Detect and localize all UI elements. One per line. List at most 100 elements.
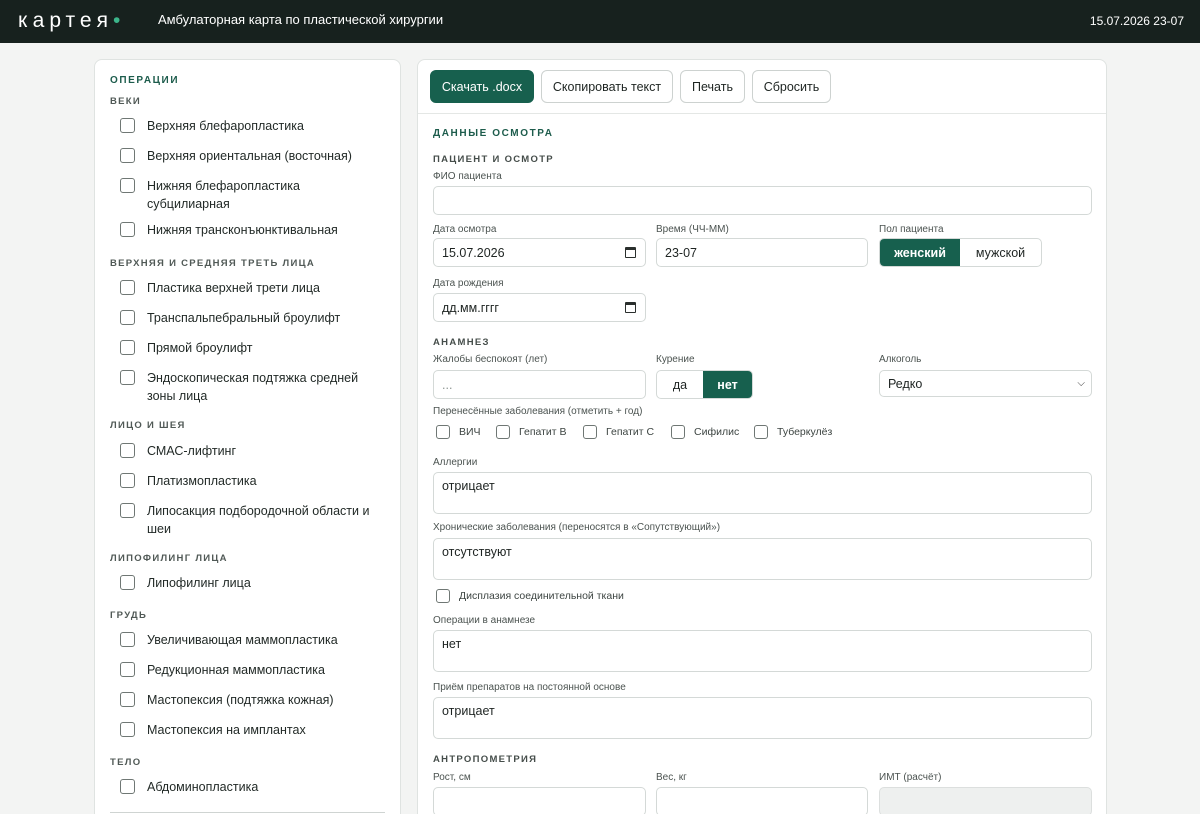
smoking-label: Курение — [656, 354, 695, 365]
calendar-icon[interactable] — [625, 247, 636, 258]
sex-option-female[interactable]: женский — [880, 239, 960, 266]
operation-checkbox-item[interactable]: Мастопексия на имплантах — [120, 721, 375, 739]
allergy-label: Аллергии — [433, 457, 478, 468]
bmi-output — [879, 787, 1092, 814]
disease-checkbox-syphilis[interactable]: Сифилис — [671, 425, 739, 439]
operation-checkbox-item[interactable]: Транспальпебральный броулифт — [120, 309, 375, 327]
checkbox[interactable] — [120, 222, 135, 237]
operation-checkbox-item[interactable]: Редукционная маммопластика — [120, 661, 375, 679]
smoking-option-no[interactable]: нет — [703, 371, 752, 398]
operation-checkbox-item[interactable]: СМАС-лифтинг — [120, 442, 375, 460]
checkbox[interactable] — [120, 148, 135, 163]
checkbox[interactable] — [120, 632, 135, 647]
checkbox[interactable] — [583, 425, 597, 439]
checkbox[interactable] — [120, 503, 135, 518]
weight-input[interactable] — [656, 787, 868, 814]
sex-toggle: женский мужской — [879, 238, 1042, 267]
logo-dot-icon: • — [112, 9, 121, 32]
app-title: Амбулаторная карта по пластической хирур… — [158, 12, 444, 27]
complaints-input[interactable]: ... — [433, 370, 646, 399]
exam-date-label: Дата осмотра — [433, 224, 497, 235]
operations-title: ОПЕРАЦИИ — [110, 75, 180, 86]
complaints-label: Жалобы беспокоят (лет) — [433, 354, 548, 365]
operation-checkbox-item[interactable]: Липосакция подбородочной области и шеи — [120, 502, 375, 538]
section-title: ДАННЫЕ ОСМОТРА — [433, 128, 554, 139]
operation-checkbox-item[interactable]: Платизмопластика — [120, 472, 375, 490]
sex-label: Пол пациента — [879, 224, 944, 235]
alcohol-select[interactable]: Редко ⌵ — [879, 370, 1092, 397]
meds-textarea[interactable]: отрицает — [433, 697, 1092, 739]
operation-checkbox-item[interactable]: Верхняя ориентальная (восточная) — [120, 147, 375, 165]
disease-checkbox-hiv[interactable]: ВИЧ — [436, 425, 481, 439]
birth-date-label: Дата рождения — [433, 278, 504, 289]
operation-checkbox-item[interactable]: Пластика верхней трети лица — [120, 279, 375, 297]
disease-checkbox-hepatitis-c[interactable]: Гепатит С — [583, 425, 654, 439]
checkbox[interactable] — [120, 473, 135, 488]
download-docx-button[interactable]: Скачать .docx — [430, 70, 534, 103]
group-title: ЛИЦО И ШЕЯ — [110, 420, 186, 431]
top-bar: картея• Амбулаторная карта по пластическ… — [0, 0, 1200, 43]
operation-checkbox-item[interactable]: Липофилинг лица — [120, 574, 375, 592]
divider — [110, 812, 385, 813]
fio-input[interactable] — [433, 186, 1092, 215]
checkbox[interactable] — [120, 178, 135, 193]
diseases-label: Перенесённые заболевания (отметить + год… — [433, 406, 643, 417]
toolbar: Скачать .docx Скопировать текст Печать С… — [418, 60, 1106, 114]
operation-checkbox-item[interactable]: Эндоскопическая подтяжка средней зоны ли… — [120, 369, 375, 405]
checkbox[interactable] — [436, 425, 450, 439]
logo[interactable]: картея• — [18, 9, 120, 33]
checkbox[interactable] — [671, 425, 685, 439]
subsection-title: АНТРОПОМЕТРИЯ — [433, 754, 538, 765]
exam-time-input[interactable]: 23-07 — [656, 238, 868, 267]
checkbox[interactable] — [120, 340, 135, 355]
operation-checkbox-item[interactable]: Верхняя блефаропластика — [120, 117, 375, 135]
operation-checkbox-item[interactable]: Абдоминопластика — [120, 778, 375, 796]
chronic-label: Хронические заболевания (переносятся в «… — [433, 522, 721, 533]
checkbox[interactable] — [120, 722, 135, 737]
birth-date-input[interactable]: дд.мм.гггг — [433, 293, 646, 322]
disease-checkbox-tuberculosis[interactable]: Туберкулёз — [754, 425, 832, 439]
disease-checkbox-hepatitis-b[interactable]: Гепатит В — [496, 425, 567, 439]
checkbox[interactable] — [120, 662, 135, 677]
print-button[interactable]: Печать — [680, 70, 745, 103]
weight-label: Вес, кг — [656, 772, 687, 783]
checkbox[interactable] — [120, 118, 135, 133]
checkbox[interactable] — [120, 443, 135, 458]
bmi-label: ИМТ (расчёт) — [879, 772, 942, 783]
checkbox[interactable] — [120, 370, 135, 385]
checkbox[interactable] — [120, 575, 135, 590]
reset-button[interactable]: Сбросить — [752, 70, 831, 103]
checkbox[interactable] — [120, 779, 135, 794]
datetime-stamp: 15.07.2026 23-07 — [1089, 14, 1184, 28]
surgeries-textarea[interactable]: нет — [433, 630, 1092, 672]
checkbox[interactable] — [754, 425, 768, 439]
operation-checkbox-item[interactable]: Нижняя блефаропластика субцилиарная — [120, 177, 375, 213]
checkbox[interactable] — [496, 425, 510, 439]
operation-checkbox-item[interactable]: Прямой броулифт — [120, 339, 375, 357]
exam-form-panel: Скачать .docx Скопировать текст Печать С… — [417, 59, 1107, 814]
exam-date-input[interactable]: 15.07.2026 — [433, 238, 646, 267]
operation-checkbox-item[interactable]: Увеличивающая маммопластика — [120, 631, 375, 649]
exam-time-label: Время (ЧЧ-ММ) — [656, 224, 729, 235]
checkbox[interactable] — [120, 310, 135, 325]
allergy-textarea[interactable]: отрицает — [433, 472, 1092, 514]
checkbox[interactable] — [120, 280, 135, 295]
surgeries-label: Операции в анамнезе — [433, 615, 536, 626]
alcohol-label: Алкоголь — [879, 354, 922, 365]
meds-label: Приём препаратов на постоянной основе — [433, 682, 626, 693]
checkbox[interactable] — [436, 589, 450, 603]
smoking-option-yes[interactable]: да — [657, 371, 703, 398]
calendar-icon[interactable] — [625, 302, 636, 313]
copy-text-button[interactable]: Скопировать текст — [541, 70, 673, 103]
operation-checkbox-item[interactable]: Мастопексия (подтяжка кожная) — [120, 691, 375, 709]
group-title: ТЕЛО — [110, 757, 142, 768]
height-input[interactable] — [433, 787, 646, 814]
dysplasia-checkbox[interactable]: Дисплазия соединительной ткани — [436, 589, 624, 603]
group-title: ГРУДЬ — [110, 610, 148, 621]
sex-option-male[interactable]: мужской — [960, 239, 1041, 266]
fio-label: ФИО пациента — [433, 171, 502, 182]
chronic-textarea[interactable]: отсутствуют — [433, 538, 1092, 580]
subsection-title: ПАЦИЕНТ И ОСМОТР — [433, 154, 554, 165]
checkbox[interactable] — [120, 692, 135, 707]
operation-checkbox-item[interactable]: Нижняя трансконъюнктивальная — [120, 221, 375, 239]
